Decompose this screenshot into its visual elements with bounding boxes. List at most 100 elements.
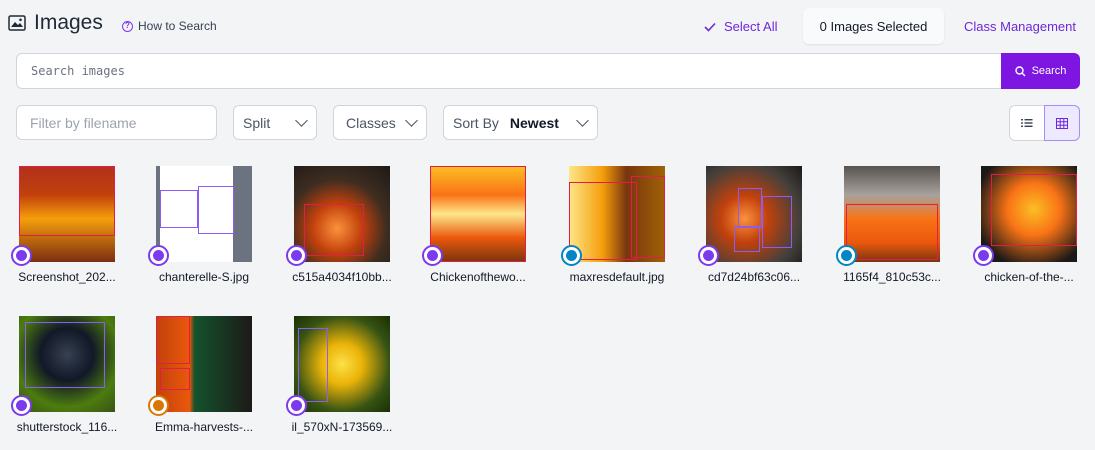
annotate-icon: [973, 245, 994, 266]
annotation-box: [738, 188, 762, 228]
image-filename: cd7d24bf63c06...: [707, 270, 801, 284]
image-thumbnail[interactable]: [156, 316, 252, 412]
status-dot: [566, 250, 577, 261]
image-filename: c515a4034f10bb...: [292, 270, 392, 284]
status-dot: [291, 250, 302, 261]
image-tile[interactable]: Screenshot_202...: [11, 166, 152, 306]
annotation-box: [160, 190, 198, 228]
chevron-down-icon: [405, 114, 418, 127]
image-tile[interactable]: maxresdefault.jpg: [559, 166, 699, 306]
annotation-box: [298, 328, 328, 402]
status-dot: [427, 250, 438, 261]
image-filename: Emma-harvests-...: [154, 420, 253, 434]
annotation-box: [991, 174, 1077, 246]
image-tile[interactable]: cd7d24bf63c06...: [695, 166, 835, 306]
image-thumbnail[interactable]: [981, 166, 1077, 262]
sort-dropdown[interactable]: Sort By Newest: [443, 105, 598, 140]
image-thumbnail[interactable]: [19, 316, 115, 412]
list-view-button[interactable]: [1009, 105, 1045, 141]
image-tile[interactable]: il_570xN-173569...: [285, 316, 425, 450]
search-bar: Search: [16, 53, 1080, 89]
list-icon: [1021, 119, 1033, 127]
grid-icon: [1056, 117, 1068, 129]
image-thumbnail[interactable]: [430, 166, 526, 262]
split-dropdown[interactable]: Split: [233, 105, 317, 140]
annotation-box: [762, 196, 792, 248]
class-management-link[interactable]: Class Management: [964, 19, 1076, 34]
annotate-icon: [422, 245, 443, 266]
question-icon: ?: [122, 20, 133, 32]
annotate-icon: [148, 245, 169, 266]
status-dot: [153, 250, 164, 261]
status-dot: [841, 250, 852, 261]
image-tile[interactable]: Emma-harvests-...: [148, 316, 288, 450]
status-dot: [16, 250, 27, 261]
image-filename: shutterstock_116...: [16, 420, 118, 434]
status-dot: [703, 250, 714, 261]
annotate-icon: [286, 395, 307, 416]
annotation-box: [160, 368, 190, 390]
image-filename: il_570xN-173569...: [291, 420, 393, 434]
image-tile[interactable]: c515a4034f10bb...: [285, 166, 425, 306]
annotate-icon: [286, 245, 307, 266]
image-thumbnail[interactable]: [156, 166, 252, 262]
annotation-box: [631, 176, 665, 258]
selected-count: 0 Images Selected: [803, 8, 944, 44]
annotate-icon: [698, 245, 719, 266]
sort-value: Newest: [509, 114, 559, 131]
images-icon: [8, 15, 26, 31]
chevron-down-icon: [576, 114, 589, 127]
approved-shield-icon: [836, 245, 857, 266]
annotate-icon: [11, 245, 32, 266]
approved-shield-icon: [561, 245, 582, 266]
image-thumbnail[interactable]: [706, 166, 802, 262]
grid-view-button[interactable]: [1044, 105, 1080, 141]
image-tile[interactable]: chicken-of-the-...: [967, 166, 1095, 306]
classes-dropdown[interactable]: Classes: [333, 105, 427, 140]
status-dot: [153, 400, 164, 411]
image-thumbnail[interactable]: [294, 166, 390, 262]
annotation-box: [156, 316, 190, 364]
annotation-box: [19, 166, 115, 236]
how-to-search-link[interactable]: ? How to Search: [122, 19, 217, 33]
annotation-box: [304, 204, 364, 256]
sort-label: Sort By: [453, 114, 499, 131]
annotate-icon: [11, 395, 32, 416]
image-thumbnail[interactable]: [294, 316, 390, 412]
image-tile[interactable]: Chickenofthewo...: [421, 166, 561, 306]
page-title: Images: [34, 11, 103, 34]
search-button[interactable]: Search: [1001, 53, 1080, 89]
edit-pencil-icon: [148, 395, 169, 416]
select-all-button[interactable]: Select All: [704, 19, 777, 34]
status-dot: [16, 400, 27, 411]
split-label: Split: [243, 114, 271, 131]
page-header: Images ? How to Search Select All 0 Imag…: [0, 0, 1095, 52]
annotation-box: [198, 186, 234, 234]
status-dot: [291, 400, 302, 411]
image-tile[interactable]: 1165f4_810c53c...: [832, 166, 972, 306]
image-tile[interactable]: chanterelle-S.jpg: [148, 166, 288, 306]
search-button-label: Search: [1031, 65, 1067, 77]
image-filename: chicken-of-the-...: [984, 270, 1074, 284]
image-filename: maxresdefault.jpg: [569, 270, 665, 284]
annotation-box: [25, 322, 105, 388]
image-filename: chanterelle-S.jpg: [158, 270, 250, 284]
image-thumbnail[interactable]: [569, 166, 665, 262]
annotation-box: [430, 166, 526, 262]
annotation-box: [846, 204, 938, 260]
search-icon: [1014, 65, 1026, 76]
image-thumbnail[interactable]: [19, 166, 115, 262]
classes-label: Classes: [346, 114, 396, 131]
filename-filter-input[interactable]: Filter by filename: [16, 105, 217, 140]
image-tile[interactable]: shutterstock_116...: [11, 316, 152, 450]
how-to-search-label: How to Search: [138, 19, 217, 33]
image-thumbnail[interactable]: [844, 166, 940, 262]
check-icon: [704, 22, 716, 32]
annotation-box: [734, 226, 760, 252]
search-input[interactable]: [16, 53, 1002, 89]
image-filename: 1165f4_810c53c...: [843, 270, 941, 284]
select-all-label: Select All: [724, 19, 778, 34]
image-filename: Screenshot_202...: [18, 270, 116, 284]
status-dot: [978, 250, 989, 261]
chevron-down-icon: [295, 114, 308, 127]
